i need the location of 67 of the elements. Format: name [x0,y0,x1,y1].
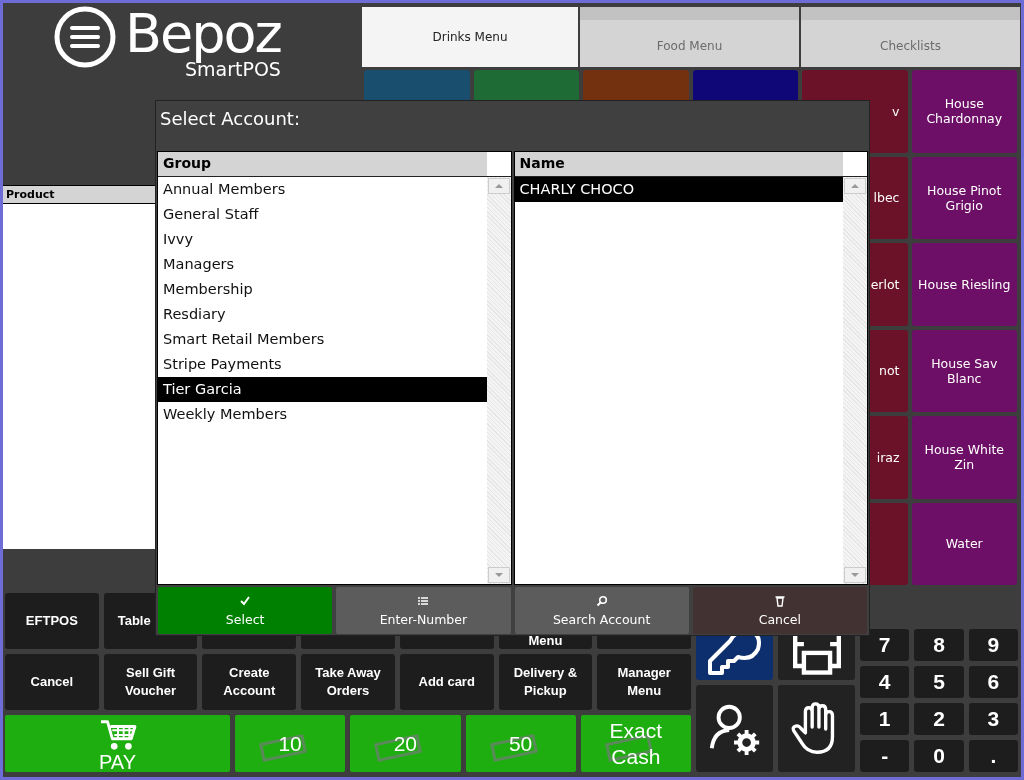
group-item[interactable]: General Staff [158,202,487,227]
scrollbar[interactable] [486,177,511,584]
group-item[interactable]: Stripe Payments [158,352,487,377]
scroll-up-icon[interactable] [844,178,866,194]
function-button[interactable]: Cancel [5,654,99,710]
keypad-key[interactable]: . [968,740,1018,772]
function-button[interactable]: Manager Menu [597,654,691,710]
scroll-up-icon[interactable] [487,178,510,194]
function-button[interactable]: EFTPOS [5,593,99,649]
logo-brand: Bepoz [125,5,281,63]
banknote-icon [373,732,424,763]
keypad-key[interactable]: - [860,740,910,772]
menu-tab[interactable]: Checklists [801,7,1020,67]
printer-icon [792,633,841,675]
user-settings-tile[interactable] [696,685,773,772]
function-button[interactable]: Take Away Orders [301,654,395,710]
keypad-key[interactable]: 7 [860,629,910,661]
scroll-down-icon[interactable] [844,567,866,583]
column-header: Name [514,152,843,176]
keypad-key[interactable]: 0 [914,740,964,772]
enter-number-button[interactable]: Enter-Number [336,587,511,634]
menu-tile[interactable]: House Pinot Grigio [911,156,1017,239]
account-item[interactable]: CHARLY CHOCO [514,177,843,202]
menu-tile[interactable]: House White Zin [911,416,1017,499]
column-header: Product [3,185,155,204]
dialog-title: Select Account: [160,108,300,131]
menu-tile[interactable]: House Sav Blanc [911,329,1017,412]
keypad-key[interactable]: 2 [914,703,964,735]
menu-tab[interactable]: Drinks Menu [362,7,578,67]
function-button[interactable]: Delivery & Pickup [498,654,593,710]
column-header: Group [158,152,487,176]
keypad-key[interactable]: 4 [860,666,910,698]
group-item[interactable]: Membership [158,277,487,302]
select-button[interactable]: Select [158,587,333,634]
menu-tile[interactable]: House Chardonnay [911,70,1017,153]
hand-tile[interactable] [778,685,855,772]
function-button[interactable]: Create Account [202,654,297,710]
keypad-key[interactable]: 6 [968,666,1018,698]
banknote-icon [258,732,309,763]
trash-icon [773,594,786,607]
function-button[interactable]: Add card [399,654,494,710]
list-icon [417,594,430,607]
group-item[interactable]: Managers [158,252,487,277]
group-item[interactable]: Tier Garcia [158,377,487,402]
keypad-key[interactable]: 8 [914,629,964,661]
group-item[interactable]: Annual Members [158,177,487,202]
keypad-key[interactable]: 3 [968,703,1018,735]
function-button[interactable]: Sell Gift Voucher [103,654,198,710]
menu-icon[interactable] [53,5,117,69]
keypad-key[interactable]: 5 [914,666,964,698]
scrollbar[interactable] [843,177,867,584]
banknote-icon [488,732,539,763]
cart-icon [98,718,137,752]
menu-tile[interactable]: Water [911,502,1017,585]
group-item[interactable]: Smart Retail Members [158,327,487,352]
scroll-down-icon[interactable] [487,567,510,583]
group-item[interactable]: Weekly Members [158,402,487,427]
group-item[interactable]: Resdiary [158,302,487,327]
keypad-key[interactable]: 9 [968,629,1018,661]
search-icon [595,594,608,607]
check-icon [239,594,252,607]
keypad-key[interactable]: 1 [860,703,910,735]
search-button[interactable]: Search Account [514,587,689,634]
group-item[interactable]: Ivvy [158,227,487,252]
menu-tab[interactable]: Food Menu [580,7,799,67]
cancel-button[interactable]: Cancel [692,587,867,634]
menu-tile[interactable]: House Riesling [911,243,1017,326]
